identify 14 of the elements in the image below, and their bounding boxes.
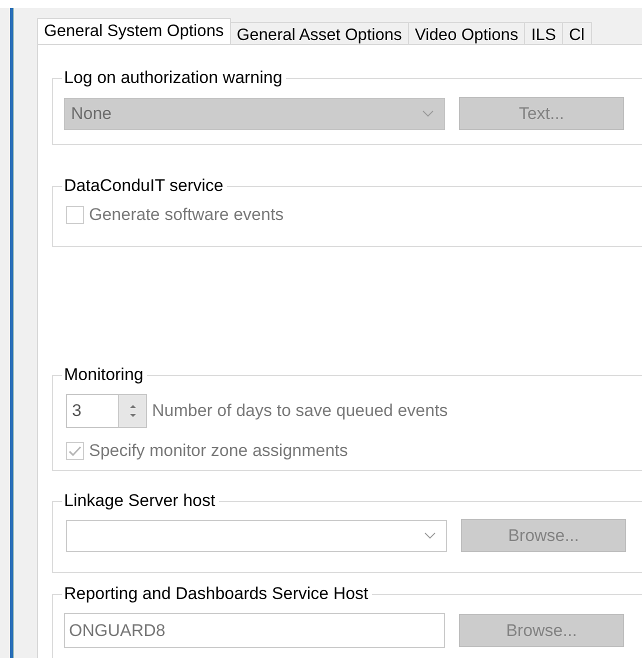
chevron-down-icon — [422, 110, 434, 117]
spin-label: Number of days to save queued events — [152, 401, 448, 421]
group-title: Linkage Server host — [62, 491, 220, 511]
checkbox-label: Specify monitor zone assignments — [89, 441, 348, 461]
checkbox-label: Generate software events — [89, 205, 284, 225]
tab[interactable]: General Asset Options — [230, 22, 409, 44]
group-title: Monitoring — [62, 365, 148, 385]
group-title: Log on authorization warning — [62, 68, 286, 88]
tab[interactable]: General System Options — [37, 18, 231, 44]
tab[interactable]: Video Options — [408, 22, 526, 44]
tab[interactable]: Cl — [562, 22, 592, 44]
chevron-down-icon — [424, 532, 436, 539]
dropdown[interactable] — [66, 520, 447, 552]
group-title: Reporting and Dashboards Service Host — [62, 584, 372, 604]
